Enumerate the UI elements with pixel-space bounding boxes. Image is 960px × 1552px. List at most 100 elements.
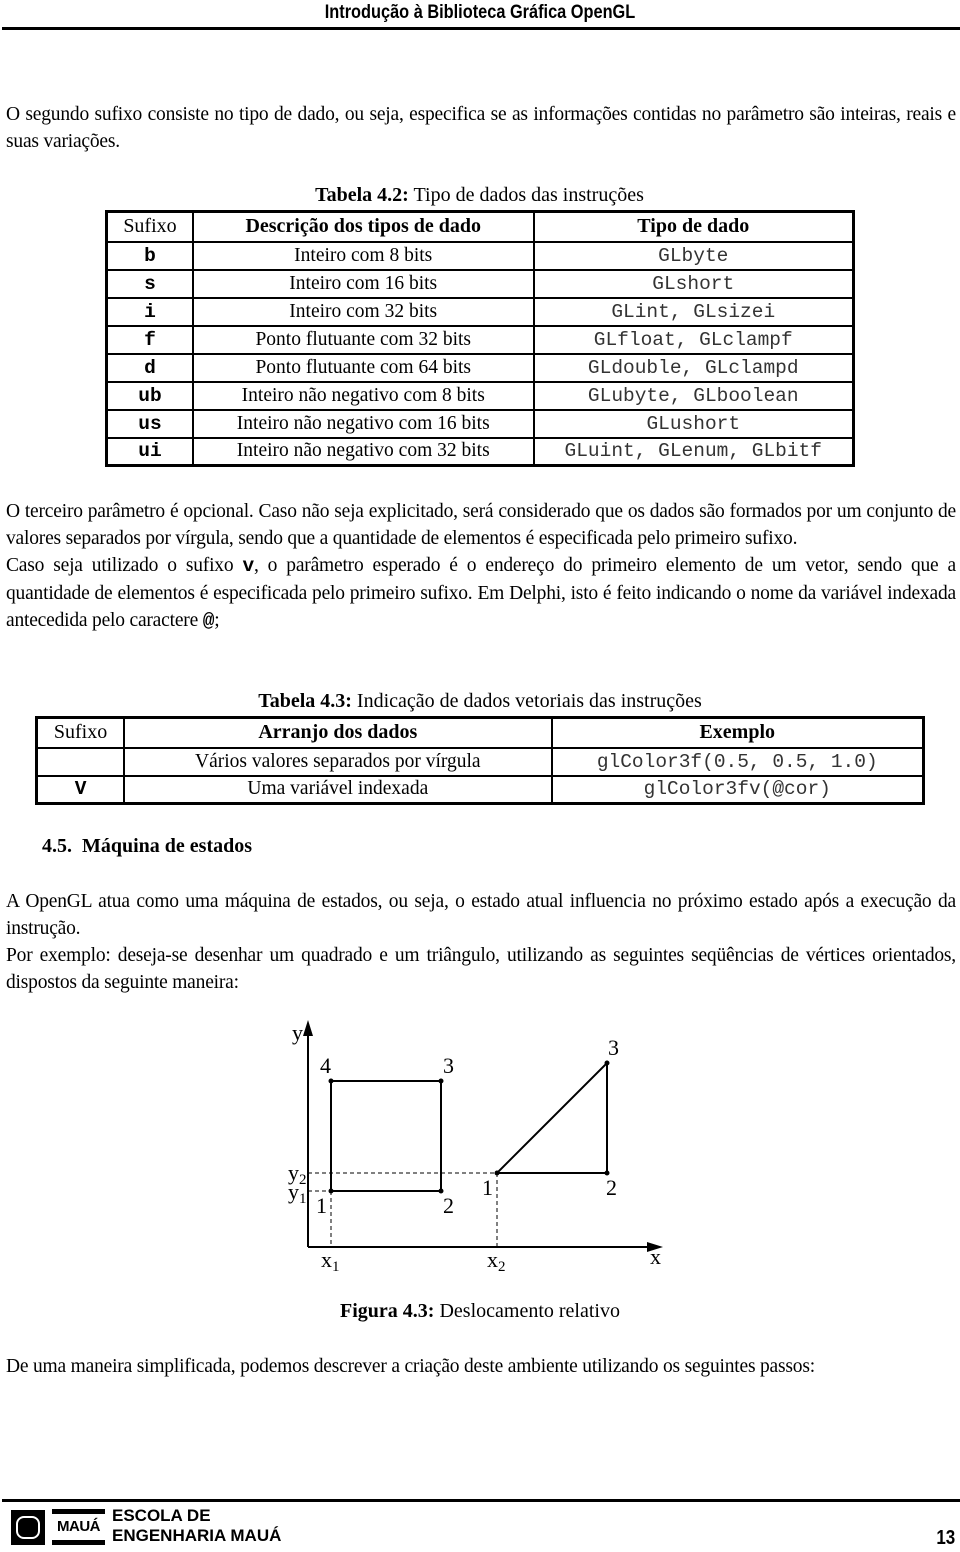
table-row: Vários valores separados por vírgula glC… bbox=[35, 746, 925, 777]
triangle-vertex-1 bbox=[494, 1170, 500, 1176]
table-4-2-caption: Tabela 4.2: Tipo de dados das instruções bbox=[105, 184, 854, 207]
logo-ring-icon bbox=[16, 1516, 40, 1539]
table-row: s Inteiro com 16 bits GLshort bbox=[105, 268, 855, 299]
type-cell: GLushort bbox=[532, 408, 855, 439]
square-vertex-3 bbox=[438, 1078, 444, 1084]
page-number: 13 bbox=[936, 1527, 955, 1549]
header-descricao: Descrição dos tipos de dado bbox=[191, 210, 535, 243]
state-machine-paragraph-1: A OpenGL atua como uma máquina de estado… bbox=[6, 891, 956, 939]
triangle-label-3: 3 bbox=[608, 1035, 619, 1060]
table-header-row: Sufixo Arranjo dos dados Exemplo bbox=[35, 716, 925, 749]
closing-paragraph: De uma maneira simplificada, podemos des… bbox=[6, 1353, 956, 1380]
description-cell: Inteiro com 16 bits bbox=[191, 268, 535, 299]
triangle-label-2: 2 bbox=[606, 1175, 617, 1200]
wordmark-bar-bottom bbox=[52, 1540, 105, 1545]
table-row: ui Inteiro não negativo com 32 bits GLui… bbox=[105, 436, 855, 467]
section-title: Máquina de estados bbox=[82, 835, 253, 857]
suffix-v-code: v bbox=[242, 555, 254, 577]
suffix-cell: f bbox=[105, 324, 194, 355]
table-4-2-caption-text: Tipo de dados das instruções bbox=[408, 184, 644, 206]
header-tipo: Tipo de dado bbox=[532, 210, 855, 243]
figure-relative-displacement: y x y2 y1 x1 x2 1 2 3 4 1 2 3 bbox=[288, 1020, 663, 1275]
figure-caption: Figura 4.3: Deslocamento relativo bbox=[270, 1300, 690, 1323]
type-cell: GLubyte, GLboolean bbox=[532, 380, 855, 411]
type-cell: GLshort bbox=[532, 268, 855, 299]
wordmark-bar-top bbox=[52, 1509, 105, 1514]
description-cell: Ponto flutuante com 64 bits bbox=[191, 352, 535, 383]
table-4-3: Sufixo Arranjo dos dados Exemplo Vários … bbox=[35, 716, 925, 805]
table-row: f Ponto flutuante com 32 bits GLfloat, G… bbox=[105, 324, 855, 355]
header-arranjo: Arranjo dos dados bbox=[123, 716, 553, 749]
header-exemplo: Exemplo bbox=[550, 716, 925, 749]
triangle-label-1: 1 bbox=[482, 1175, 493, 1200]
arrangement-cell: Uma variável indexada bbox=[123, 774, 553, 805]
table-row: ub Inteiro não negativo com 8 bits GLuby… bbox=[105, 380, 855, 411]
footer-rule bbox=[2, 1499, 960, 1502]
table-row: us Inteiro não negativo com 16 bits GLus… bbox=[105, 408, 855, 439]
type-cell: GLdouble, GLclampd bbox=[532, 352, 855, 383]
x2-label: x2 bbox=[487, 1247, 506, 1275]
x1-label: x1 bbox=[321, 1247, 340, 1275]
school-name-line-2: ENGENHARIA MAUÁ bbox=[112, 1526, 282, 1545]
intro-text: O segundo sufixo consiste no tipo de dad… bbox=[6, 104, 956, 152]
table-4-3-caption: Tabela 4.3: Indicação de dados vetoriais… bbox=[35, 690, 925, 713]
y-axis-label: y bbox=[292, 1020, 303, 1045]
figure-caption-label: Figura 4.3: bbox=[340, 1300, 435, 1322]
description-cell: Inteiro não negativo com 32 bits bbox=[191, 436, 535, 467]
p2-text-end: ; bbox=[214, 610, 220, 631]
type-cell: GLbyte bbox=[532, 240, 855, 271]
page-header: Introdução à Biblioteca Gráfica OpenGL bbox=[0, 0, 960, 32]
section-number: 4.5. bbox=[42, 835, 72, 857]
description-cell: Inteiro não negativo com 8 bits bbox=[191, 380, 535, 411]
square-label-4: 4 bbox=[320, 1053, 331, 1078]
suffix-cell: b bbox=[105, 240, 194, 271]
table-4-2: Sufixo Descrição dos tipos de dado Tipo … bbox=[105, 210, 855, 467]
suffix-cell: us bbox=[105, 408, 194, 439]
suffix-cell: d bbox=[105, 352, 194, 383]
section-heading: 4.5. Máquina de estados bbox=[42, 835, 252, 858]
at-char-code: @ bbox=[202, 610, 215, 632]
square-label-2: 2 bbox=[443, 1193, 454, 1218]
table-header-row: Sufixo Descrição dos tipos de dado Tipo … bbox=[105, 210, 855, 243]
figure-caption-text: Deslocamento relativo bbox=[434, 1300, 620, 1322]
square-vertex-1 bbox=[328, 1188, 334, 1194]
state-machine-section: A OpenGL atua como uma máquina de estado… bbox=[6, 888, 956, 996]
school-name: ESCOLA DE ENGENHARIA MAUÁ bbox=[112, 1506, 281, 1546]
square-label-1: 1 bbox=[316, 1193, 327, 1218]
suffix-cell: V bbox=[35, 774, 126, 805]
type-cell: GLuint, GLenum, GLbitf bbox=[532, 436, 855, 467]
wordmark-text: MAUÁ bbox=[57, 1518, 101, 1535]
maua-logo-icon bbox=[11, 1510, 45, 1545]
square-label-3: 3 bbox=[443, 1053, 454, 1078]
table-4-3-caption-label: Tabela 4.3: bbox=[258, 690, 352, 712]
square-shape bbox=[330, 1080, 442, 1192]
table-row: b Inteiro com 8 bits GLbyte bbox=[105, 240, 855, 271]
description-cell: Inteiro com 8 bits bbox=[191, 240, 535, 271]
suffix-cell bbox=[35, 746, 126, 777]
closing-text: De uma maneira simplificada, podemos des… bbox=[6, 1356, 815, 1377]
suffix-cell: ui bbox=[105, 436, 194, 467]
third-param-paragraph-1: O terceiro parâmetro é opcional. Caso nã… bbox=[6, 501, 956, 549]
header-sufixo: Sufixo bbox=[35, 716, 126, 749]
example-cell: glColor3fv(@cor) bbox=[550, 774, 925, 805]
maua-wordmark: MAUÁ bbox=[52, 1509, 105, 1546]
triangle-vertex-3 bbox=[604, 1060, 610, 1066]
example-cell: glColor3f(0.5, 0.5, 1.0) bbox=[550, 746, 925, 777]
y-axis-arrow-icon bbox=[303, 1020, 313, 1036]
state-machine-paragraph-2: Por exemplo: deseja-se desenhar um quadr… bbox=[6, 945, 956, 993]
header-title: Introdução à Biblioteca Gráfica OpenGL bbox=[324, 2, 636, 23]
suffix-cell: ub bbox=[105, 380, 194, 411]
type-cell: GLint, GLsizei bbox=[532, 296, 855, 327]
header-sufixo: Sufixo bbox=[105, 210, 194, 243]
type-cell: GLfloat, GLclampf bbox=[532, 324, 855, 355]
table-row: d Ponto flutuante com 64 bits GLdouble, … bbox=[105, 352, 855, 383]
suffix-cell: s bbox=[105, 268, 194, 299]
third-param-section: O terceiro parâmetro é opcional. Caso nã… bbox=[6, 498, 956, 635]
triangle-shape bbox=[494, 1060, 608, 1174]
description-cell: Inteiro com 32 bits bbox=[191, 296, 535, 327]
p2-text-before: Caso seja utilizado o sufixo bbox=[6, 555, 243, 576]
table-4-2-caption-label: Tabela 4.2: bbox=[315, 184, 409, 206]
description-cell: Inteiro não negativo com 16 bits bbox=[191, 408, 535, 439]
arrangement-cell: Vários valores separados por vírgula bbox=[123, 746, 553, 777]
school-name-line-1: ESCOLA DE bbox=[112, 1506, 211, 1525]
